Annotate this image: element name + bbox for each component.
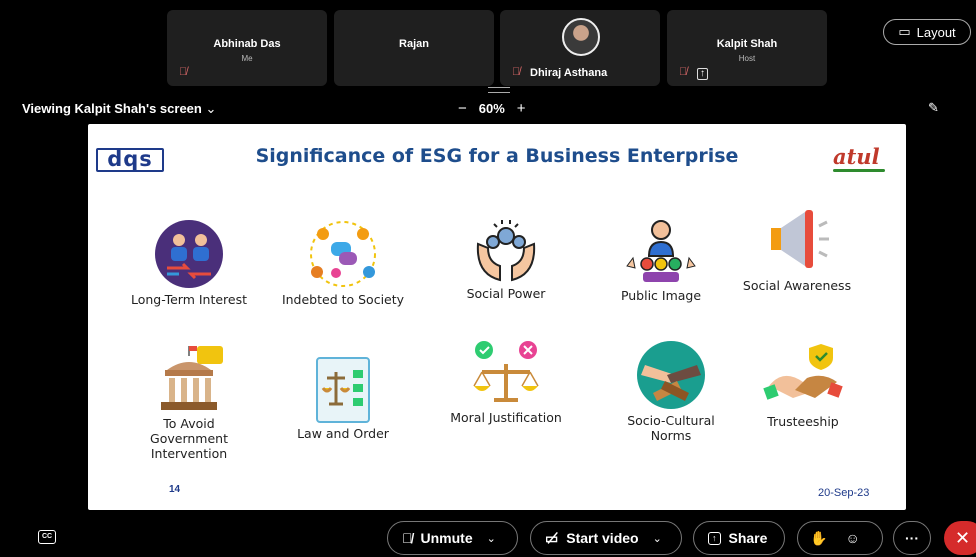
view-controls: ✎ bbox=[928, 100, 939, 116]
item-label: Law and Order bbox=[297, 426, 389, 441]
participant-name: Dhiraj Asthana bbox=[530, 67, 608, 79]
item-avoid-government-intervention: To Avoid Government Intervention bbox=[124, 344, 254, 461]
slide-date: 20-Sep-23 bbox=[818, 487, 870, 499]
atul-logo-swoosh bbox=[833, 169, 885, 172]
share-icon: ↑ bbox=[708, 531, 721, 545]
mic-off-icon: 🎙̸ bbox=[679, 66, 688, 78]
item-indebted-to-society: Indebted to Society bbox=[278, 220, 408, 307]
share-button[interactable]: ↑ Share bbox=[693, 521, 785, 555]
end-call-button[interactable]: ✕ bbox=[944, 521, 976, 555]
active-speaker-indicator bbox=[488, 87, 510, 93]
community-chat-icon bbox=[303, 220, 383, 292]
item-socio-cultural-norms: Socio-Cultural Norms bbox=[606, 341, 736, 443]
participant-name: Kalpit Shah bbox=[716, 38, 778, 50]
item-social-power: Social Power bbox=[441, 214, 571, 301]
layout-button[interactable]: ▭ Layout bbox=[883, 19, 971, 45]
zoom-control: − 60% + bbox=[458, 100, 526, 117]
mic-off-icon: 🎙̸ bbox=[512, 66, 521, 78]
stacked-hands-icon bbox=[631, 341, 711, 413]
start-video-button[interactable]: ▭̸ Start video ⌄ bbox=[530, 521, 682, 555]
viewing-screen-label[interactable]: Viewing Kalpit Shah's screen ⌄ bbox=[22, 101, 216, 117]
item-trusteeship: Trusteeship bbox=[738, 342, 868, 429]
speaker-audience-icon bbox=[621, 216, 701, 288]
avatar bbox=[562, 18, 600, 56]
chevron-down-icon[interactable]: ⌄ bbox=[487, 532, 496, 545]
slide-title: Significance of ESG for a Business Enter… bbox=[255, 145, 739, 167]
item-label: Moral Justification bbox=[450, 410, 562, 425]
video-off-icon: ▭̸ bbox=[545, 529, 559, 546]
zoom-out-button[interactable]: − bbox=[458, 100, 467, 117]
screen-share-icon: ↑ bbox=[697, 68, 708, 80]
participant-tile-abhinab[interactable]: Abhinab Das Me 🎙̸ bbox=[167, 10, 327, 86]
item-label: Public Image bbox=[620, 288, 702, 303]
government-building-icon bbox=[149, 344, 229, 416]
item-label: Social Awareness bbox=[742, 278, 852, 293]
handshake-shield-icon bbox=[763, 342, 843, 414]
unmute-button[interactable]: 🎙̸ Unmute ⌄ bbox=[387, 521, 518, 555]
scales-checklist-icon bbox=[303, 354, 383, 426]
share-label: Share bbox=[728, 530, 768, 546]
mic-off-icon: 🎙̸ bbox=[402, 530, 413, 546]
raise-hand-icon[interactable]: ✋ bbox=[810, 530, 827, 547]
more-icon: ··· bbox=[905, 530, 919, 546]
reactions-group: ✋ ☺ bbox=[797, 521, 883, 555]
item-label: To Avoid Government Intervention bbox=[150, 416, 228, 461]
item-law-and-order: Law and Order bbox=[278, 354, 408, 441]
item-public-image: Public Image bbox=[596, 216, 726, 303]
participant-tile-kalpit[interactable]: Kalpit Shah Host 🎙̸ ↑ bbox=[667, 10, 827, 86]
slide-page-number: 14 bbox=[169, 484, 181, 495]
item-label: Trusteeship bbox=[767, 414, 839, 429]
shared-screen: dqs Significance of ESG for a Business E… bbox=[88, 124, 906, 510]
layout-icon: ▭ bbox=[898, 24, 911, 39]
meeting-window: Abhinab Das Me 🎙̸ Rajan 🎙̸ Dhiraj Asthan… bbox=[0, 0, 976, 557]
start-video-label: Start video bbox=[566, 530, 639, 546]
people-exchange-icon bbox=[149, 220, 229, 292]
item-label: Social Power bbox=[466, 286, 546, 301]
item-label: Indebted to Society bbox=[281, 292, 405, 307]
megaphone-icon bbox=[757, 206, 837, 278]
unmute-label: Unmute bbox=[420, 530, 473, 546]
item-label: Long-Term Interest bbox=[130, 292, 248, 307]
participant-name: Rajan bbox=[399, 38, 429, 50]
atul-logo: atul bbox=[833, 144, 880, 169]
mic-off-icon: 🎙̸ bbox=[179, 66, 188, 78]
layout-label: Layout bbox=[916, 24, 956, 40]
chevron-down-icon[interactable]: ⌄ bbox=[653, 532, 662, 545]
item-long-term-interest: Long-Term Interest bbox=[124, 220, 254, 307]
item-label: Socio-Cultural Norms bbox=[627, 413, 715, 443]
balance-scale-icon bbox=[466, 338, 546, 410]
participant-role: Host bbox=[738, 54, 756, 63]
annotate-icon[interactable]: ✎ bbox=[928, 100, 939, 116]
zoom-in-button[interactable]: + bbox=[517, 100, 526, 117]
zoom-level: 60% bbox=[478, 101, 505, 116]
chevron-down-icon: ⌄ bbox=[205, 101, 217, 116]
participant-name: Abhinab Das bbox=[213, 38, 281, 50]
captions-button[interactable]: CC bbox=[38, 530, 56, 544]
participant-tile-dhiraj[interactable]: 🎙̸ Dhiraj Asthana bbox=[500, 10, 660, 86]
more-options-button[interactable]: ··· bbox=[893, 521, 931, 555]
hands-group-icon bbox=[466, 214, 546, 286]
participant-role: Me bbox=[241, 54, 253, 63]
participant-tile-rajan[interactable]: Rajan bbox=[334, 10, 494, 86]
item-social-awareness: Social Awareness bbox=[732, 206, 862, 293]
item-moral-justification: Moral Justification bbox=[441, 338, 571, 425]
viewing-text: Viewing Kalpit Shah's screen bbox=[22, 101, 202, 116]
emoji-reaction-icon[interactable]: ☺ bbox=[845, 530, 859, 546]
close-icon: ✕ bbox=[955, 527, 971, 548]
